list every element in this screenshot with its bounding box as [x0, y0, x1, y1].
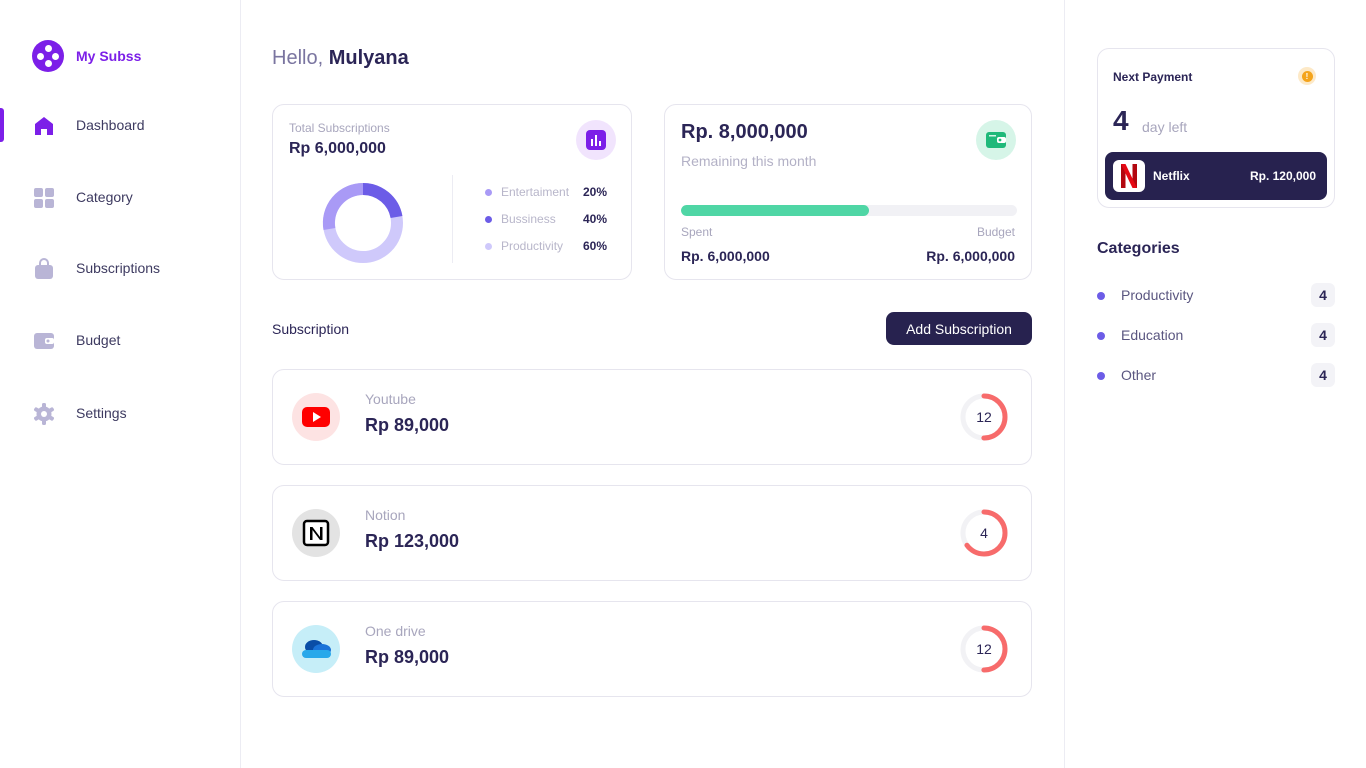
bar-chart-icon [576, 120, 616, 160]
subscription-section-title: Subscription [272, 321, 350, 337]
app-logo[interactable]: My Subss [32, 40, 141, 72]
category-item[interactable]: Other 4 [1097, 363, 1335, 387]
budget-card: Rp. 8,000,000 Remaining this month Spent… [664, 104, 1032, 280]
total-subscriptions-card: Total Subscriptions Rp 6,000,000 Enterta… [272, 104, 632, 280]
subscription-name: Notion [365, 507, 406, 523]
legend-value: 40% [583, 212, 608, 226]
grid-icon [34, 188, 54, 208]
total-subscriptions-value: Rp 6,000,000 [289, 140, 386, 157]
sidebar-item-label: Subscriptions [76, 260, 161, 276]
category-dot [1097, 372, 1105, 380]
category-item[interactable]: Productivity 4 [1097, 283, 1335, 307]
renewal-count: 12 [976, 409, 992, 425]
right-panel: Next Payment ! 4 day left Netflix Rp. 12… [1064, 0, 1366, 768]
remaining-amount: Rp. 8,000,000 [681, 121, 808, 143]
total-subscriptions-label: Total Subscriptions [289, 121, 390, 135]
legend-item: Productivity 60% [485, 239, 607, 253]
subscription-price: Rp 123,000 [365, 531, 460, 551]
sidebar-item-label: Dashboard [76, 117, 145, 133]
subscription-price: Rp 89,000 [365, 647, 450, 667]
logo-icon [32, 40, 64, 72]
category-item[interactable]: Education 4 [1097, 323, 1335, 347]
category-count: 4 [1311, 283, 1335, 307]
active-indicator [0, 108, 4, 142]
greeting-prefix: Hello, [272, 47, 324, 69]
spent-value: Rp. 6,000,000 [681, 248, 770, 264]
days-left-number: 4 [1113, 105, 1129, 136]
subscription-name: One drive [365, 623, 426, 639]
gear-icon [34, 403, 54, 425]
greeting: Hello, Mulyana [272, 47, 409, 70]
category-count: 4 [1311, 363, 1335, 387]
notion-icon [292, 509, 340, 557]
legend-dot [485, 242, 492, 250]
sidebar-item-settings[interactable]: Settings [0, 396, 240, 430]
category-name: Productivity [1121, 287, 1194, 303]
sidebar-item-label: Settings [76, 405, 127, 421]
subscription-price: Rp 89,000 [365, 415, 450, 435]
remaining-label: Remaining this month [681, 153, 817, 169]
warning-icon: ! [1298, 67, 1316, 85]
sidebar-item-subscriptions[interactable]: Subscriptions [0, 251, 240, 285]
legend-value: 60% [583, 239, 608, 253]
legend-name: Productivity [501, 239, 564, 253]
legend-name: Bussiness [501, 212, 556, 226]
subscription-item-onedrive[interactable]: One drive Rp 89,000 12 [272, 601, 1032, 697]
netflix-icon [1113, 160, 1145, 192]
spent-label: Spent [681, 225, 713, 239]
youtube-icon [292, 393, 340, 441]
next-payment-item[interactable]: Netflix Rp. 120,000 [1105, 152, 1327, 200]
subscription-item-youtube[interactable]: Youtube Rp 89,000 12 [272, 369, 1032, 465]
app-name: My Subss [76, 48, 142, 64]
budget-progress-fill [681, 205, 870, 216]
days-left-label: day left [1142, 119, 1188, 135]
renewal-count: 4 [980, 525, 988, 541]
category-dot [1097, 332, 1105, 340]
legend-item: Bussiness 40% [485, 212, 607, 226]
divider [452, 175, 453, 263]
legend-name: Entertaiment [501, 185, 570, 199]
legend-dot [485, 188, 492, 196]
category-count: 4 [1311, 323, 1335, 347]
categories-title: Categories [1097, 240, 1180, 257]
add-subscription-button[interactable]: Add Subscription [886, 312, 1032, 345]
renewal-count: 12 [976, 641, 992, 657]
sidebar-item-category[interactable]: Category [0, 180, 240, 214]
sidebar-item-dashboard[interactable]: Dashboard [0, 108, 240, 142]
next-payment-service: Netflix [1153, 169, 1190, 183]
category-name: Other [1121, 367, 1157, 383]
sidebar-item-budget[interactable]: Budget [0, 323, 240, 357]
legend-item: Entertaiment 20% [485, 185, 607, 199]
sidebar-item-label: Budget [76, 332, 121, 348]
budget-progress-bar [681, 205, 1017, 216]
next-payment-card: Next Payment ! 4 day left Netflix Rp. 12… [1097, 48, 1335, 208]
category-dot [1097, 292, 1105, 300]
home-icon [35, 117, 53, 135]
next-payment-title: Next Payment [1113, 70, 1193, 84]
legend-dot [485, 215, 492, 223]
sidebar: My Subss Dashboard Category Subscription… [0, 0, 241, 768]
legend-value: 20% [583, 185, 608, 199]
budget-value: Rp. 6,000,000 [926, 248, 1015, 264]
sidebar-item-label: Category [76, 189, 133, 205]
bag-icon [35, 258, 53, 279]
budget-label: Budget [976, 225, 1015, 239]
subscriptions-donut-chart [322, 182, 403, 263]
subscription-name: Youtube [365, 391, 416, 407]
onedrive-icon [292, 625, 340, 673]
subscription-item-notion[interactable]: Notion Rp 123,000 4 [272, 485, 1032, 581]
next-payment-price: Rp. 120,000 [1249, 169, 1316, 183]
wallet-icon [34, 333, 54, 349]
user-name: Mulyana [328, 47, 409, 69]
category-name: Education [1121, 327, 1184, 343]
wallet-icon [976, 120, 1016, 160]
